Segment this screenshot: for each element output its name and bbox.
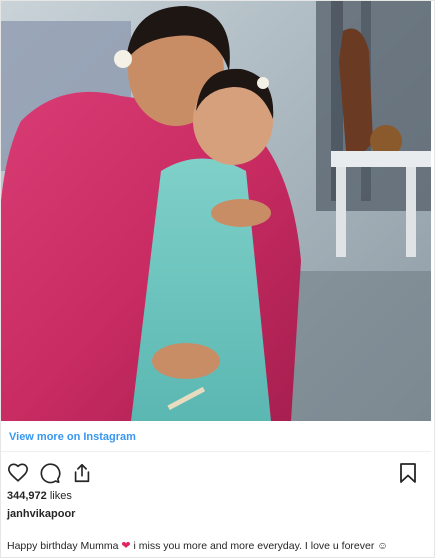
smile-emoji-icon: ☺ [377, 540, 389, 552]
post-caption: Happy birthday Mumma ❤ i miss you more a… [7, 539, 388, 552]
share-icon[interactable] [71, 462, 93, 484]
likes-count[interactable]: 344,972 likes [7, 490, 72, 502]
view-more-link[interactable]: View more on Instagram [9, 431, 136, 443]
post-photo[interactable] [1, 1, 431, 421]
caption-text-start: Happy birthday Mumma [7, 540, 119, 552]
likes-label: likes [49, 490, 72, 502]
divider [1, 451, 431, 452]
heart-icon[interactable] [7, 462, 29, 484]
action-bar [7, 462, 93, 484]
caption-text-end: i miss you more and more everyday. I lov… [133, 540, 375, 552]
comment-icon[interactable] [39, 462, 61, 484]
red-heart-emoji-icon: ❤ [121, 540, 131, 552]
likes-number: 344,972 [7, 490, 47, 502]
instagram-embed-card: View more on Instagram 344,972 likes jan… [0, 0, 435, 558]
post-username[interactable]: janhvikapoor [7, 508, 75, 520]
bookmark-icon[interactable] [398, 462, 418, 484]
